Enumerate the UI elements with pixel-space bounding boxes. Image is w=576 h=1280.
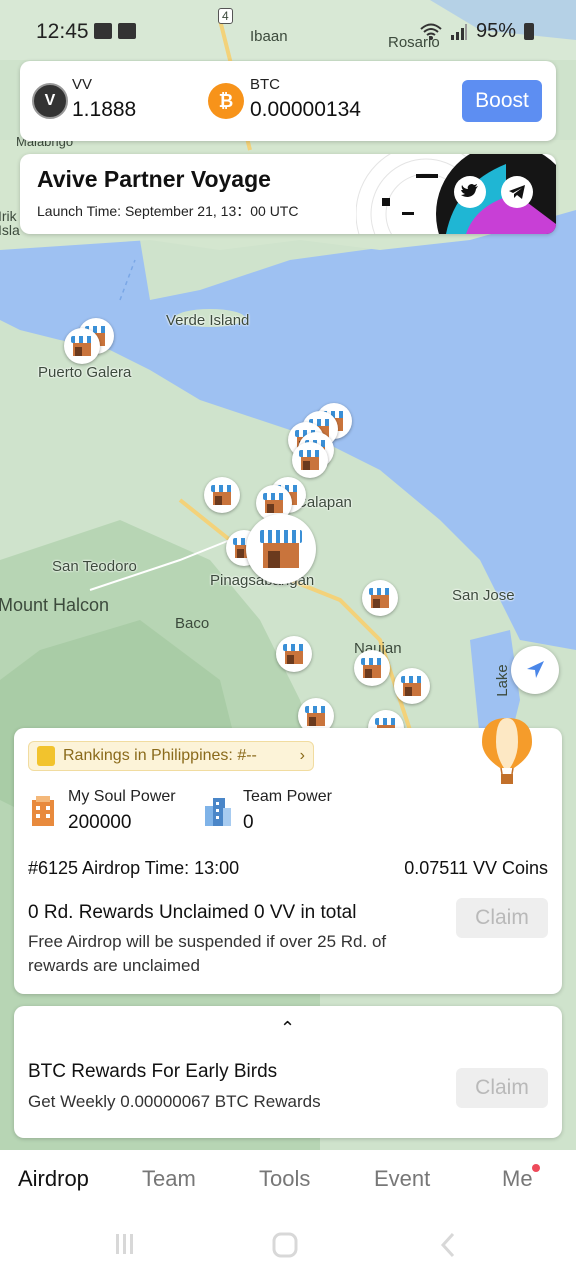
trophy-icon xyxy=(37,746,55,766)
telegram-icon[interactable] xyxy=(501,176,533,208)
hot-air-balloon-icon[interactable] xyxy=(480,716,534,786)
back-icon[interactable] xyxy=(440,1232,456,1258)
status-bar: 12:45 95% xyxy=(0,0,576,60)
chevron-right-icon: › xyxy=(299,747,305,764)
claim-btc-button[interactable]: Claim xyxy=(456,1068,548,1108)
vv-label: VV xyxy=(72,76,93,93)
soul-power-building-icon xyxy=(32,796,54,826)
collapse-chevron-up-icon[interactable]: ⌃ xyxy=(280,1018,295,1039)
partner-voyage-banner[interactable]: Avive Partner Voyage Launch Time: Septem… xyxy=(20,154,556,234)
map-label-baco: Baco xyxy=(175,615,210,632)
store-pin[interactable] xyxy=(204,477,240,513)
banner-subtitle: Launch Time: September 21, 13：00 UTC xyxy=(37,203,299,219)
btc-rewards-panel: ⌃ BTC Rewards For Early Birds Get Weekly… xyxy=(14,1006,562,1138)
tab-tools[interactable]: Tools xyxy=(259,1166,310,1192)
my-location-button[interactable] xyxy=(511,646,559,694)
map-label-san-jose: San Jose xyxy=(452,587,515,604)
bottom-navigation: Airdrop Team Tools Event Me xyxy=(0,1150,576,1280)
recent-apps-icon[interactable] xyxy=(114,1232,136,1256)
map-label-puerto-galera: Puerto Galera xyxy=(38,364,132,381)
store-pin[interactable] xyxy=(362,580,398,616)
vv-coin-icon: V xyxy=(32,83,68,119)
navigation-arrow-icon xyxy=(527,661,544,678)
signal-icon xyxy=(450,23,467,40)
airdrop-panel: Rankings in Philippines: #-- › My Soul P… xyxy=(14,718,562,994)
btc-balance: 0.00000134 xyxy=(250,98,361,121)
team-power-label: Team Power xyxy=(243,788,332,805)
rankings-chip[interactable]: Rankings in Philippines: #-- › xyxy=(28,741,314,771)
team-power-building-icon xyxy=(205,798,231,826)
store-pin[interactable] xyxy=(394,668,430,704)
suspension-warning: Free Airdrop will be suspended if over 2… xyxy=(28,932,387,975)
btc-rewards-subtitle: Get Weekly 0.00000067 BTC Rewards xyxy=(28,1092,321,1111)
airdrop-round-time: #6125 Airdrop Time: 13:00 xyxy=(28,858,240,878)
store-pin[interactable] xyxy=(292,442,328,478)
store-pin[interactable] xyxy=(64,328,100,364)
claim-airdrop-button[interactable]: Claim xyxy=(456,898,548,938)
status-right: 95% xyxy=(420,20,534,43)
team-power-value: 0 xyxy=(243,812,254,833)
vv-balance: 1.1888 xyxy=(72,98,137,121)
store-pin[interactable] xyxy=(276,636,312,672)
wallet-card: V VV 1.1888 ₿ BTC 0.00000134 Boost xyxy=(20,61,556,141)
app-notification-icon xyxy=(118,23,136,39)
wifi-icon xyxy=(420,23,442,40)
tab-event[interactable]: Event xyxy=(374,1166,430,1192)
battery-percent: 95% xyxy=(475,20,516,42)
map-label-isla: Isla xyxy=(0,222,20,238)
btc-rewards-title: BTC Rewards For Early Birds xyxy=(28,1061,278,1082)
status-time: 12:45 xyxy=(36,20,89,43)
soul-power-label: My Soul Power xyxy=(68,788,176,805)
store-pin[interactable] xyxy=(354,650,390,686)
notification-dot xyxy=(532,1164,540,1172)
airdrop-coin-amount: 0.07511 VV Coins xyxy=(404,858,548,878)
gallery-notification-icon xyxy=(94,23,112,39)
banner-title: Avive Partner Voyage xyxy=(37,166,271,192)
unclaimed-rewards-text: 0 Rd. Rewards Unclaimed 0 VV in total xyxy=(28,902,357,923)
boost-button[interactable]: Boost xyxy=(462,80,542,122)
btc-coin-icon: ₿ xyxy=(208,83,244,119)
home-icon[interactable] xyxy=(272,1232,298,1258)
rankings-text: Rankings in Philippines: #-- xyxy=(63,747,257,764)
twitter-icon[interactable] xyxy=(454,176,486,208)
battery-icon xyxy=(524,23,534,40)
map-label-mount-halcon: Mount Halcon xyxy=(0,595,110,615)
map-label-lake: Lake xyxy=(493,664,511,697)
store-pin-selected[interactable] xyxy=(246,514,316,584)
map-label-verde-island: Verde Island xyxy=(166,312,250,329)
btc-label: BTC xyxy=(250,76,280,93)
tab-team[interactable]: Team xyxy=(142,1166,196,1192)
tab-me[interactable]: Me xyxy=(502,1166,533,1192)
tab-airdrop[interactable]: Airdrop xyxy=(18,1166,89,1192)
soul-power-value: 200000 xyxy=(68,812,132,833)
map-label-san-teodoro: San Teodoro xyxy=(52,558,137,575)
notification-icons xyxy=(94,23,136,39)
